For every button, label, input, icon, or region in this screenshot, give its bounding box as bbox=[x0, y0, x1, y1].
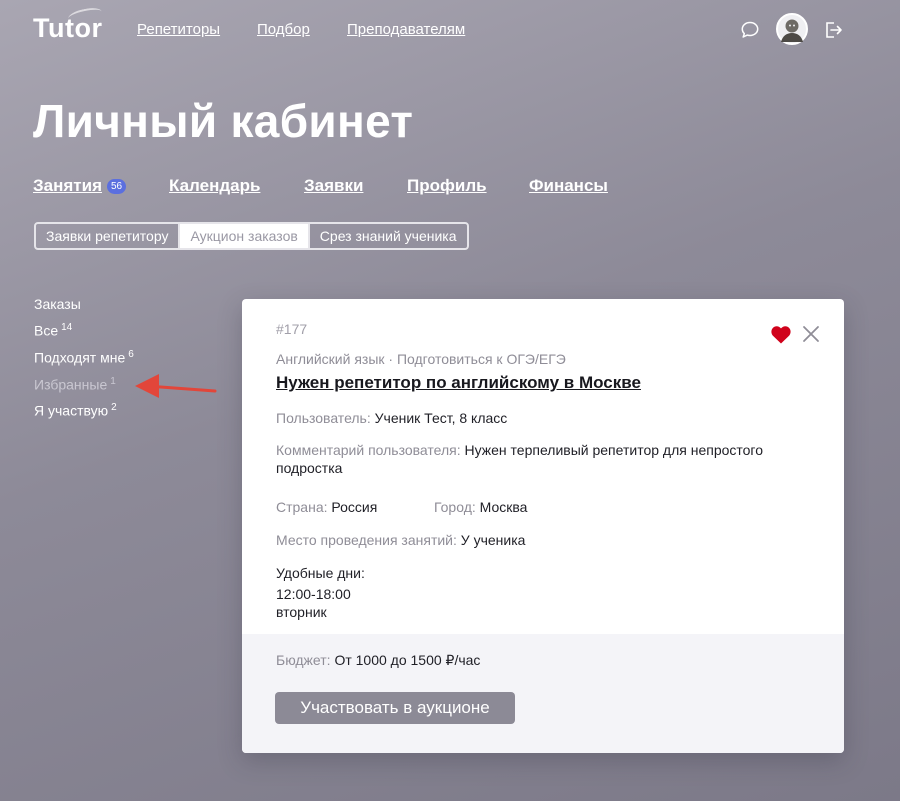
comment-label: Комментарий пользователя: bbox=[276, 442, 461, 458]
sidebar-item-count: 2 bbox=[111, 402, 117, 413]
page-title: Личный кабинет bbox=[33, 95, 414, 147]
tab-lessons[interactable]: Занятия 56 bbox=[33, 176, 127, 196]
tab-requests[interactable]: Заявки bbox=[304, 176, 363, 196]
favorite-heart-icon[interactable] bbox=[770, 325, 792, 350]
tab-lessons-label: Занятия bbox=[33, 176, 102, 195]
place-label: Место проведения занятий: bbox=[276, 532, 457, 548]
days-label: Удобные дни: bbox=[276, 565, 365, 581]
user-label: Пользователь: bbox=[276, 410, 371, 426]
user-value: Ученик Тест, 8 класс bbox=[374, 410, 508, 426]
country-row: Страна: Россия bbox=[276, 498, 377, 516]
subtab-tutor-requests[interactable]: Заявки репетитору bbox=[36, 224, 178, 248]
join-auction-button[interactable]: Участвовать в аукционе bbox=[275, 692, 515, 724]
country-value: Россия bbox=[331, 499, 378, 515]
subtab-order-auction[interactable]: Аукцион заказов bbox=[178, 224, 308, 248]
order-subject: Английский язык · Подготовиться к ОГЭ/ЕГ… bbox=[276, 351, 566, 367]
close-icon[interactable] bbox=[802, 325, 820, 348]
sidebar-heading: Заказы bbox=[34, 296, 81, 312]
pointer-arrow-icon bbox=[133, 372, 217, 407]
sidebar-item-matching[interactable]: Подходят мне 6 bbox=[34, 349, 134, 366]
sidebar-item-all[interactable]: Все 14 bbox=[34, 322, 72, 339]
tab-profile[interactable]: Профиль bbox=[407, 176, 487, 196]
order-card: #177 Английский язык · Подготовиться к О… bbox=[242, 299, 844, 753]
sidebar-item-participating[interactable]: Я участвую 2 bbox=[34, 402, 117, 419]
nav-link-for-teachers[interactable]: Преподавателям bbox=[347, 21, 465, 38]
subtabs: Заявки репетитору Аукцион заказов Срез з… bbox=[34, 222, 469, 250]
budget-row: Бюджет: От 1000 до 1500 ₽/час bbox=[276, 652, 480, 669]
city-value: Москва bbox=[479, 499, 528, 515]
avatar[interactable] bbox=[776, 13, 808, 50]
sidebar-item-label: Подходят мне bbox=[34, 349, 126, 366]
place-row: Место проведения занятий: У ученика bbox=[276, 531, 525, 549]
sidebar-item-favorites[interactable]: Избранные 1 bbox=[34, 376, 116, 393]
sidebar-item-label: Все bbox=[34, 322, 59, 339]
lessons-count-badge: 56 bbox=[107, 179, 127, 194]
sidebar-item-count: 6 bbox=[128, 349, 134, 360]
tab-calendar[interactable]: Календарь bbox=[169, 176, 260, 196]
city-label: Город: bbox=[434, 499, 476, 515]
order-number: #177 bbox=[276, 321, 308, 337]
subtab-knowledge-check[interactable]: Срез знаний ученика bbox=[307, 224, 467, 248]
logout-icon[interactable] bbox=[823, 20, 843, 45]
sidebar-item-label: Избранные bbox=[34, 376, 108, 393]
city-row: Город: Москва bbox=[434, 498, 527, 516]
chat-bubble-icon[interactable] bbox=[740, 20, 760, 45]
comment-row: Комментарий пользователя: Нужен терпелив… bbox=[276, 441, 816, 477]
budget-value: От 1000 до 1500 ₽/час bbox=[334, 652, 481, 668]
sidebar-item-label: Я участвую bbox=[34, 402, 109, 419]
budget-label: Бюджет: bbox=[276, 652, 331, 668]
order-title-link[interactable]: Нужен репетитор по английскому в Москве bbox=[276, 373, 641, 393]
sidebar-item-count: 14 bbox=[61, 322, 73, 333]
days-time: 12:00-18:00 bbox=[276, 586, 351, 602]
place-value: У ученика bbox=[460, 532, 526, 548]
country-label: Страна: bbox=[276, 499, 328, 515]
nav-link-matching[interactable]: Подбор bbox=[257, 21, 310, 38]
tab-finance[interactable]: Финансы bbox=[529, 176, 608, 196]
days-day: вторник bbox=[276, 604, 327, 620]
sidebar-item-count: 1 bbox=[110, 376, 116, 387]
nav-link-tutors[interactable]: Репетиторы bbox=[137, 21, 220, 38]
user-row: Пользователь: Ученик Тест, 8 класс bbox=[276, 409, 507, 427]
card-footer: Бюджет: От 1000 до 1500 ₽/час Участвоват… bbox=[242, 634, 844, 753]
